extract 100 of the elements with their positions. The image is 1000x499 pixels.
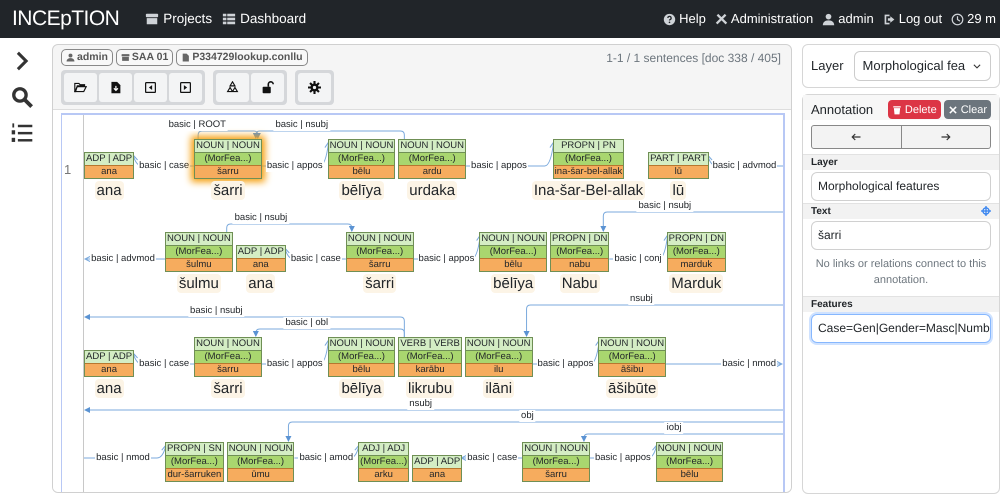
relation-label: basic | nsubj xyxy=(232,212,290,224)
pos-label: PROPN | SN xyxy=(166,443,223,455)
feature-label: (MorFea...) xyxy=(668,245,725,258)
relation-label: basic | appos xyxy=(418,253,476,265)
annotation-stack[interactable]: NOUN | NOUN (MorFea...) bēlu xyxy=(328,337,396,377)
token-word[interactable]: Ina-šar-Bel-allak xyxy=(532,181,646,200)
annotation-stack[interactable]: ADP | ADP ana xyxy=(84,350,134,377)
pos-label: ADJ | ADJ xyxy=(359,443,408,455)
token-word[interactable]: šarri xyxy=(211,379,245,398)
info-badge: P334729lookup.conllu xyxy=(176,49,308,66)
token-word[interactable]: bēlīya xyxy=(339,181,384,200)
archive-icon xyxy=(145,12,160,26)
nav-link[interactable]: Dashboard xyxy=(222,8,306,30)
toolbar-button[interactable] xyxy=(99,73,132,102)
token-word[interactable]: ana xyxy=(246,274,276,293)
nav-link[interactable]: Administration xyxy=(714,9,814,29)
clock-icon xyxy=(951,12,964,26)
relation-label: basic | case xyxy=(138,160,190,172)
token-word[interactable]: šulmu xyxy=(176,274,221,293)
annotation-stack[interactable]: PROPN | DN (MorFea...) marduk xyxy=(666,232,726,272)
annotation-stack[interactable]: NOUN | NOUN (MorFea...) šarru xyxy=(194,337,262,377)
next-button[interactable] xyxy=(902,124,991,148)
toolbar-button[interactable] xyxy=(169,73,202,102)
annotation-stack[interactable]: NOUN | NOUN (MorFea...) ardu xyxy=(398,139,466,179)
pos-label: NOUN | NOUN xyxy=(166,233,232,245)
archive-icon xyxy=(120,53,130,62)
token-word[interactable]: ana xyxy=(94,181,124,200)
delete-button[interactable]: Delete xyxy=(888,100,941,120)
token-word[interactable]: bēlīya xyxy=(339,379,384,398)
annotation-stack[interactable]: PROPN | DN (MorFea...) nabu xyxy=(550,232,610,272)
clear-button[interactable]: Clear xyxy=(944,100,991,120)
token-word[interactable]: likrubu xyxy=(406,379,454,398)
pos-label: NOUN | NOUN xyxy=(480,233,546,245)
pos-label: NOUN | NOUN xyxy=(523,443,589,455)
relation-label: basic | appos xyxy=(266,358,324,370)
annotation-stack[interactable]: ADP | ADP ana xyxy=(236,245,286,272)
nav-link[interactable]: Log out xyxy=(882,9,942,29)
token-word[interactable]: āšibūte xyxy=(606,379,658,398)
search-icon[interactable] xyxy=(11,86,33,108)
toolbar-button[interactable] xyxy=(64,73,97,102)
relation-label: basic | nsubj xyxy=(273,119,330,131)
annotation-stack[interactable]: PROPN | SN (MorFea...) dur-šarruken xyxy=(165,442,224,482)
annotation-stack[interactable]: NOUN | NOUN (MorFea...) šulmu xyxy=(165,232,233,272)
pos-label: PROPN | DN xyxy=(551,233,608,245)
feature-label: (MorFea...) xyxy=(399,152,466,165)
token-word[interactable]: ilāni xyxy=(483,379,514,398)
nav-link[interactable]: Projects xyxy=(145,8,212,30)
toolbar-button[interactable] xyxy=(134,73,167,102)
feature-label: (MorFea...) xyxy=(359,455,408,468)
text-field[interactable]: šarri xyxy=(811,220,991,250)
annotation-stack[interactable]: NOUN | NOUN (MorFea...) šarru xyxy=(194,139,262,179)
annotation-stack[interactable]: NOUN | NOUN (MorFea...) ilu xyxy=(464,337,533,377)
annotation-stack[interactable]: NOUN | NOUN (MorFea...) āšibu xyxy=(598,337,666,377)
annotation-stack[interactable]: NOUN | NOUN (MorFea...) bēlu xyxy=(656,442,724,482)
relation-label: iobj xyxy=(664,422,684,434)
layer-field[interactable]: Morphological features xyxy=(811,172,991,200)
features-field[interactable]: Case=Gen|Gender=Masc|Numb xyxy=(811,314,991,342)
token-word[interactable]: urdaka xyxy=(407,181,458,200)
nav-link[interactable]: admin xyxy=(822,9,874,29)
toolbar-button[interactable] xyxy=(216,73,249,102)
previous-button[interactable] xyxy=(811,124,902,148)
annotation-stack[interactable]: PROPN | PN (MorFea...) ina-šar-bel-allak xyxy=(552,139,624,179)
annotation-stack[interactable]: VERB | VERB (MorFea...) karābu xyxy=(398,337,462,377)
annotation-stack[interactable]: ADP | ADP ana xyxy=(412,455,462,482)
session-timer[interactable]: 29 m xyxy=(951,9,996,29)
annotation-stack[interactable]: ADP | ADP ana xyxy=(84,152,134,179)
token-word[interactable]: bēlīya xyxy=(491,274,536,293)
annotation-stack[interactable]: NOUN | NOUN (MorFea...) bēlu xyxy=(328,139,396,179)
layer-select[interactable]: Morphological fea xyxy=(854,51,991,81)
annotation-stack[interactable]: ADJ | ADJ (MorFea...) arku xyxy=(358,442,410,482)
layer-label: Layer xyxy=(811,57,844,76)
annotation-stack[interactable]: NOUN | NOUN (MorFea...) bēlu xyxy=(479,232,548,272)
annotation-stack[interactable]: NOUN | NOUN (MorFea...) šarru xyxy=(346,232,414,272)
token-word[interactable]: ana xyxy=(94,379,124,398)
unlock-icon xyxy=(261,81,274,94)
lemma-label: šulmu xyxy=(166,258,232,271)
feature-label: (MorFea...) xyxy=(166,455,223,468)
annotation-stack[interactable]: NOUN | NOUN (MorFea...) ūmu xyxy=(226,442,294,482)
relation-label: nsubj xyxy=(407,398,434,410)
arrow-right-icon xyxy=(940,130,952,142)
relation-label: nsubj xyxy=(628,293,655,305)
relation-label: basic | conj xyxy=(613,253,663,265)
token-word[interactable]: Marduk xyxy=(669,274,724,293)
token-word[interactable]: lū xyxy=(670,181,686,200)
app-brand[interactable]: INCEpTION xyxy=(12,3,120,35)
token-word[interactable]: šarri xyxy=(211,181,245,200)
nav-link[interactable]: Help xyxy=(663,9,706,29)
annotation-stack[interactable]: PART | PART lū xyxy=(648,152,709,179)
token-word[interactable]: Nabu xyxy=(560,274,600,293)
pos-label: NOUN | NOUN xyxy=(228,443,294,455)
annotation-stack[interactable]: NOUN | NOUN (MorFea...) šarru xyxy=(522,442,590,482)
relation-label: basic | appos xyxy=(594,452,652,464)
info-badge: SAA 01 xyxy=(116,49,174,66)
token-word[interactable]: šarri xyxy=(363,274,396,293)
toolbar-button[interactable] xyxy=(251,73,284,102)
relation-label: basic | nsubj xyxy=(636,200,694,212)
lemma-label: šarru xyxy=(195,165,261,178)
trash-icon xyxy=(892,104,902,115)
numbered-list-icon[interactable] xyxy=(11,122,33,144)
lemma-label: ana xyxy=(85,363,134,376)
